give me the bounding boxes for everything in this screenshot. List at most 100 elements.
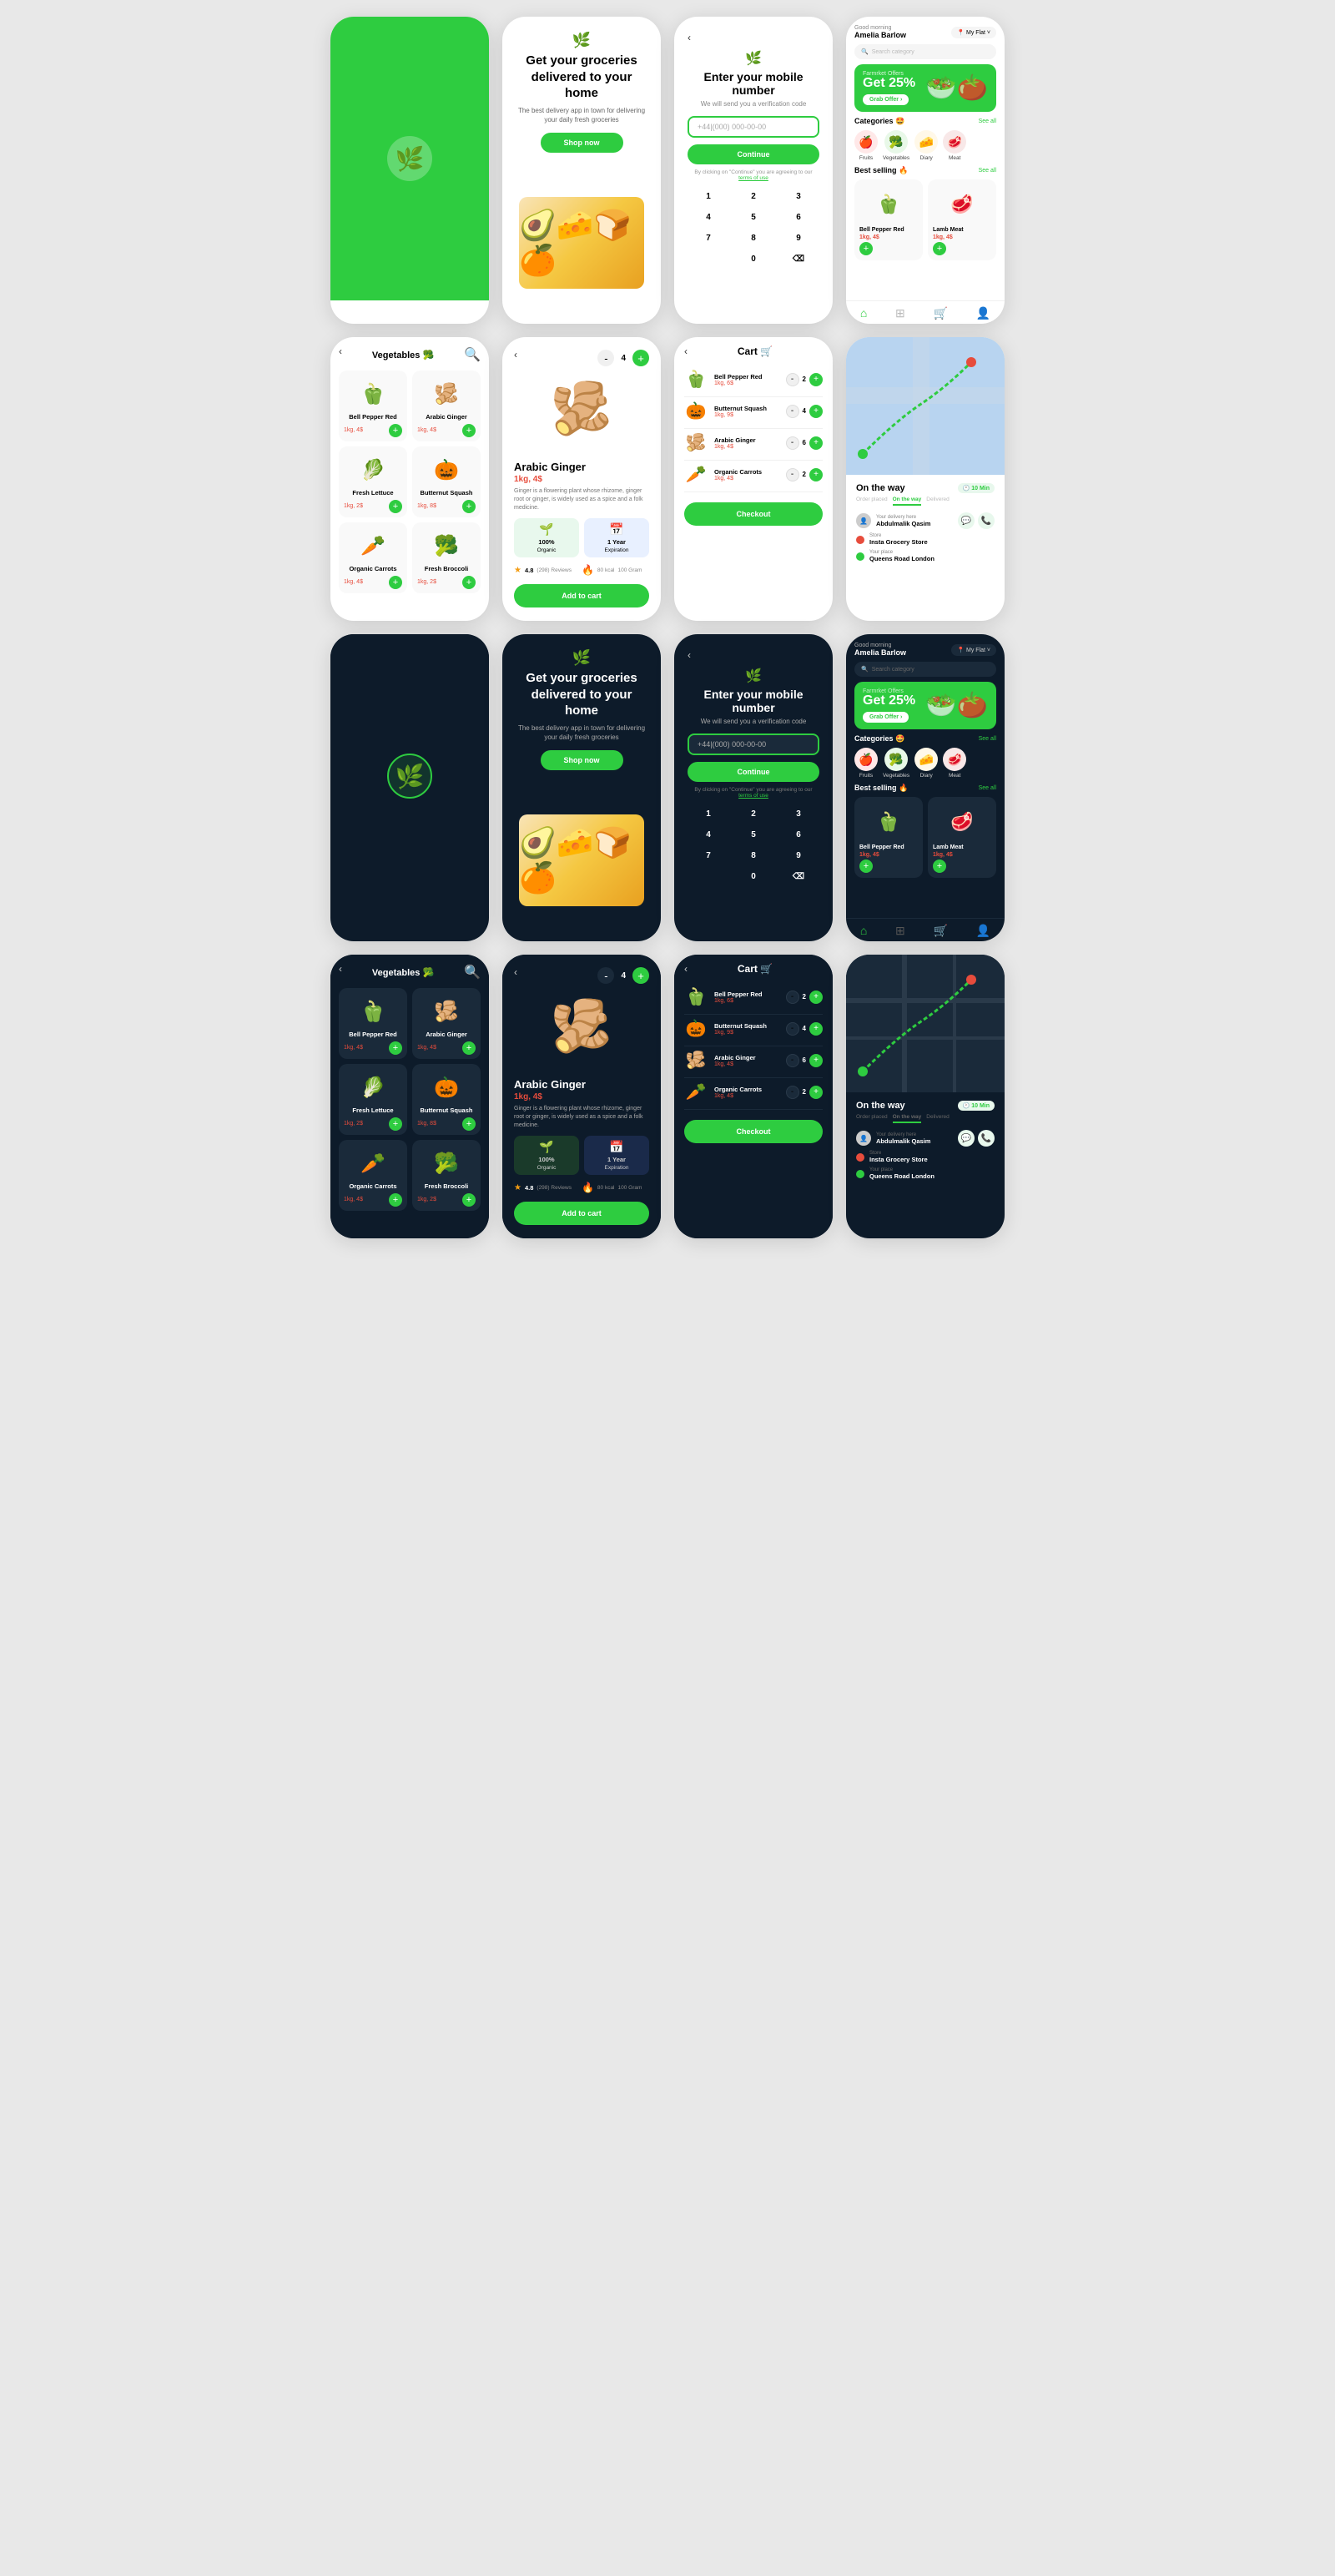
phone-input[interactable]: +44|(000) 000-00-00 bbox=[688, 733, 819, 755]
tracking-step-1[interactable]: On the way bbox=[893, 497, 922, 506]
cart-qty-plus-1[interactable]: + bbox=[809, 1022, 823, 1036]
veggie-card-1[interactable]: 🫚 Arabic Ginger 1kg, 4$ + bbox=[412, 988, 481, 1059]
cart-qty-minus-3[interactable]: - bbox=[786, 1086, 799, 1099]
terms-link[interactable]: terms of use bbox=[738, 793, 768, 799]
nav-home-icon[interactable]: ⌂ bbox=[860, 306, 867, 320]
best-selling-see-all[interactable]: See all bbox=[979, 785, 996, 791]
add-to-cart-icon-0[interactable]: + bbox=[859, 242, 873, 255]
chat-button[interactable]: 💬 bbox=[958, 512, 975, 529]
cart-qty-minus-1[interactable]: - bbox=[786, 1022, 799, 1036]
add-to-cart-icon-1[interactable]: + bbox=[933, 860, 946, 873]
veggie-add-btn-1[interactable]: + bbox=[462, 1041, 476, 1055]
veggie-card-0[interactable]: 🫑 Bell Pepper Red 1kg, 4$ + bbox=[339, 371, 407, 441]
phone-input[interactable]: +44|(000) 000-00-00 bbox=[688, 116, 819, 138]
category-item-0[interactable]: 🍎 Fruits bbox=[854, 130, 878, 161]
checkout-button[interactable]: Checkout bbox=[684, 1120, 823, 1143]
numpad-key-3[interactable]: 3 bbox=[778, 805, 819, 823]
nav-grid-icon[interactable]: ⊞ bbox=[895, 924, 905, 938]
veggie-card-3[interactable]: 🎃 Butternut Squash 1kg, 8$ + bbox=[412, 1064, 481, 1135]
numpad-key-5[interactable]: 5 bbox=[733, 826, 774, 844]
veggie-add-btn-4[interactable]: + bbox=[389, 576, 402, 589]
cart-qty-plus-3[interactable]: + bbox=[809, 468, 823, 481]
nav-profile-icon[interactable]: 👤 bbox=[976, 924, 990, 938]
search-bar[interactable]: 🔍 Search category bbox=[854, 44, 996, 59]
nav-home-icon[interactable]: ⌂ bbox=[860, 924, 867, 938]
best-selling-see-all[interactable]: See all bbox=[979, 168, 996, 174]
numpad-key-1[interactable]: 1 bbox=[688, 805, 729, 823]
veggie-card-0[interactable]: 🫑 Bell Pepper Red 1kg, 4$ + bbox=[339, 988, 407, 1059]
call-button[interactable]: 📞 bbox=[978, 1130, 995, 1147]
back-arrow[interactable]: ‹ bbox=[339, 345, 342, 357]
veggie-add-btn-0[interactable]: + bbox=[389, 424, 402, 437]
veggie-card-4[interactable]: 🥕 Organic Carrots 1kg, 4$ + bbox=[339, 1140, 407, 1211]
category-item-3[interactable]: 🥩 Meat bbox=[943, 748, 966, 779]
cart-qty-plus-0[interactable]: + bbox=[809, 373, 823, 386]
numpad-key-4[interactable]: 4 bbox=[688, 209, 729, 226]
add-to-cart-button[interactable]: Add to cart bbox=[514, 584, 649, 607]
veggie-add-btn-0[interactable]: + bbox=[389, 1041, 402, 1055]
search-icon[interactable]: 🔍 bbox=[464, 964, 481, 980]
location-button[interactable]: 📍 My Flat ˅ bbox=[951, 644, 996, 656]
numpad-backspace[interactable]: ⌫ bbox=[778, 250, 819, 268]
search-bar[interactable]: 🔍 Search category bbox=[854, 662, 996, 677]
numpad-key-3[interactable]: 3 bbox=[778, 188, 819, 205]
back-arrow[interactable]: ‹ bbox=[514, 349, 517, 360]
continue-button[interactable]: Continue bbox=[688, 144, 819, 164]
qty-plus-button[interactable]: + bbox=[632, 350, 649, 366]
search-icon[interactable]: 🔍 bbox=[464, 346, 481, 363]
cart-qty-plus-2[interactable]: + bbox=[809, 436, 823, 450]
numpad-key-2[interactable]: 2 bbox=[733, 188, 774, 205]
call-button[interactable]: 📞 bbox=[978, 512, 995, 529]
veggie-add-btn-4[interactable]: + bbox=[389, 1193, 402, 1207]
veggie-add-btn-3[interactable]: + bbox=[462, 500, 476, 513]
nav-grid-icon[interactable]: ⊞ bbox=[895, 306, 905, 320]
numpad-key-7[interactable]: 7 bbox=[688, 847, 729, 865]
numpad-key-9[interactable]: 9 bbox=[778, 847, 819, 865]
numpad-key-2[interactable]: 2 bbox=[733, 805, 774, 823]
nav-profile-icon[interactable]: 👤 bbox=[976, 306, 990, 320]
category-item-0[interactable]: 🍎 Fruits bbox=[854, 748, 878, 779]
tracking-step-0[interactable]: Order placed bbox=[856, 1114, 888, 1123]
categories-see-all[interactable]: See all bbox=[979, 118, 996, 124]
cart-qty-minus-3[interactable]: - bbox=[786, 468, 799, 481]
promo-cta[interactable]: Grab Offer › bbox=[863, 94, 909, 105]
veggie-card-3[interactable]: 🎃 Butternut Squash 1kg, 8$ + bbox=[412, 446, 481, 517]
terms-link[interactable]: terms of use bbox=[738, 175, 768, 181]
location-button[interactable]: 📍 My Flat ˅ bbox=[951, 27, 996, 38]
cart-qty-plus-0[interactable]: + bbox=[809, 991, 823, 1004]
category-item-1[interactable]: 🥦 Vegetables bbox=[883, 748, 909, 779]
category-item-3[interactable]: 🥩 Meat bbox=[943, 130, 966, 161]
veggie-card-5[interactable]: 🥦 Fresh Broccoli 1kg, 2$ + bbox=[412, 1140, 481, 1211]
back-arrow[interactable]: ‹ bbox=[514, 966, 517, 978]
tracking-step-0[interactable]: Order placed bbox=[856, 497, 888, 506]
numpad-key-0[interactable]: 0 bbox=[733, 250, 774, 268]
add-to-cart-icon-0[interactable]: + bbox=[859, 860, 873, 873]
numpad-backspace[interactable]: ⌫ bbox=[778, 868, 819, 885]
numpad-key-4[interactable]: 4 bbox=[688, 826, 729, 844]
numpad-key-6[interactable]: 6 bbox=[778, 209, 819, 226]
cart-qty-minus-2[interactable]: - bbox=[786, 1054, 799, 1067]
numpad-key-9[interactable]: 9 bbox=[778, 229, 819, 247]
veggie-card-4[interactable]: 🥕 Organic Carrots 1kg, 4$ + bbox=[339, 522, 407, 593]
cart-qty-minus-2[interactable]: - bbox=[786, 436, 799, 450]
shop-now-button[interactable]: Shop now bbox=[541, 133, 623, 153]
numpad-key-0[interactable]: 0 bbox=[733, 868, 774, 885]
numpad-key-6[interactable]: 6 bbox=[778, 826, 819, 844]
numpad-key-8[interactable]: 8 bbox=[733, 229, 774, 247]
checkout-button[interactable]: Checkout bbox=[684, 502, 823, 526]
continue-button[interactable]: Continue bbox=[688, 762, 819, 782]
nav-cart-nav-icon[interactable]: 🛒 bbox=[934, 924, 948, 938]
chat-button[interactable]: 💬 bbox=[958, 1130, 975, 1147]
qty-plus-button[interactable]: + bbox=[632, 967, 649, 984]
veggie-add-btn-1[interactable]: + bbox=[462, 424, 476, 437]
nav-cart-nav-icon[interactable]: 🛒 bbox=[934, 306, 948, 320]
veggie-card-2[interactable]: 🥬 Fresh Lettuce 1kg, 2$ + bbox=[339, 446, 407, 517]
category-item-2[interactable]: 🧀 Diary bbox=[914, 130, 938, 161]
numpad-key-7[interactable]: 7 bbox=[688, 229, 729, 247]
veggie-card-1[interactable]: 🫚 Arabic Ginger 1kg, 4$ + bbox=[412, 371, 481, 441]
tracking-step-1[interactable]: On the way bbox=[893, 1114, 922, 1123]
cart-qty-plus-1[interactable]: + bbox=[809, 405, 823, 418]
veggie-add-btn-2[interactable]: + bbox=[389, 500, 402, 513]
cart-qty-minus-0[interactable]: - bbox=[786, 991, 799, 1004]
tracking-step-2[interactable]: Delivered bbox=[926, 1114, 949, 1123]
